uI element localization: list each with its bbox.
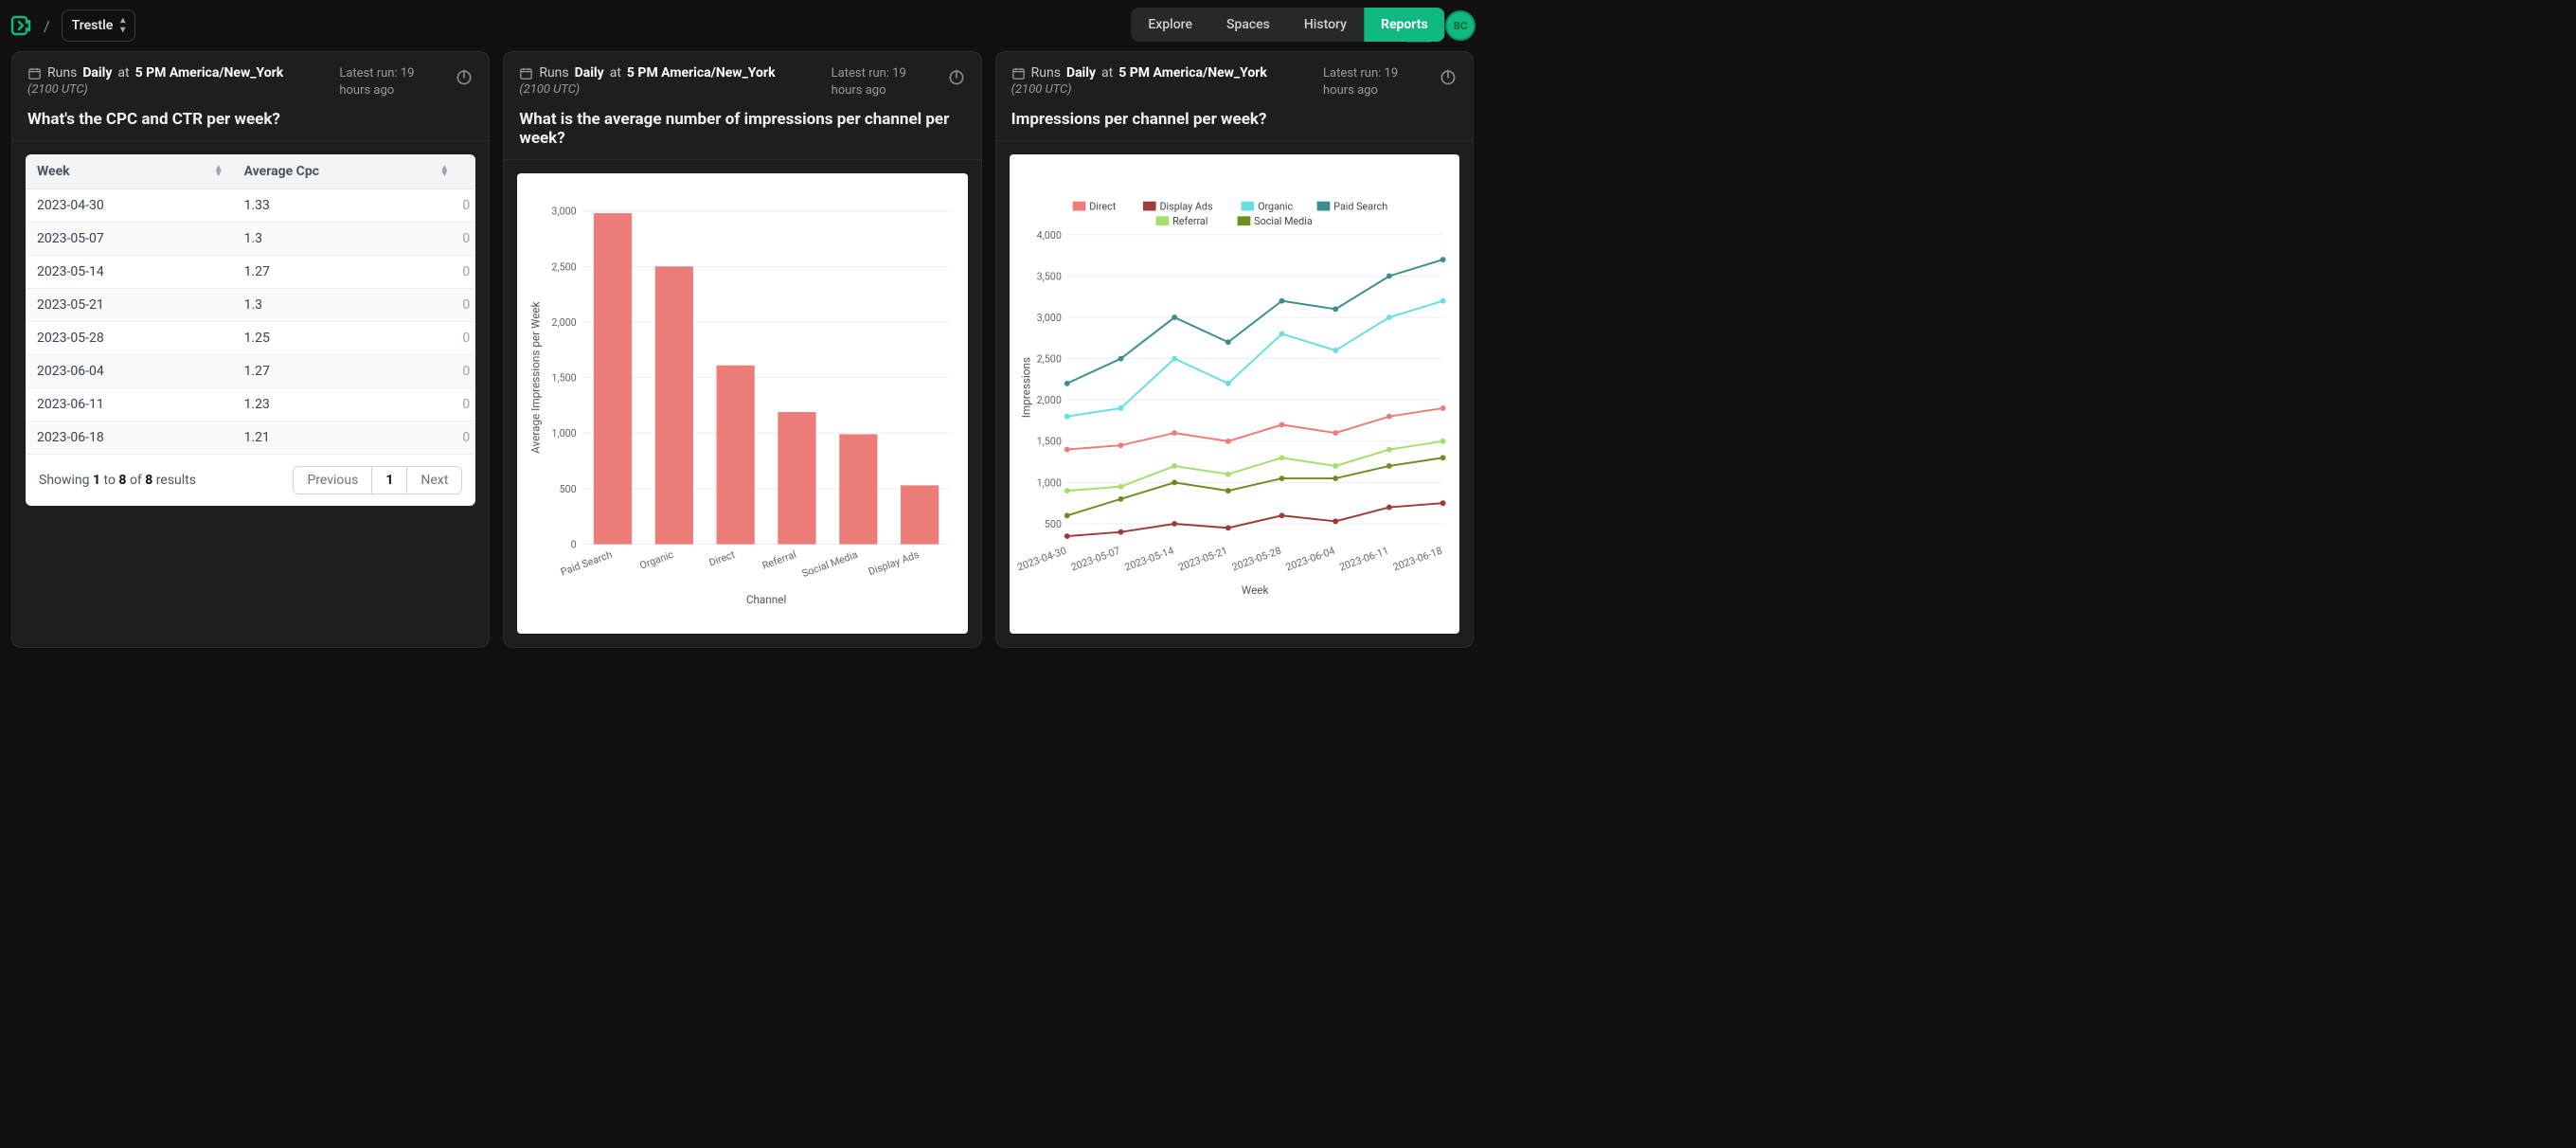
svg-text:2,500: 2,500 xyxy=(1036,353,1061,366)
last-run-label: Latest run: 19 hours ago xyxy=(1323,65,1427,99)
svg-text:1,500: 1,500 xyxy=(1036,436,1061,448)
svg-text:2,500: 2,500 xyxy=(552,260,577,273)
nav-spaces[interactable]: Spaces xyxy=(1209,8,1287,42)
power-icon[interactable] xyxy=(455,67,474,86)
sort-icon: ▲▼ xyxy=(214,166,224,177)
svg-text:Organic: Organic xyxy=(638,548,676,572)
svg-text:Week: Week xyxy=(1242,583,1269,597)
svg-text:Paid Search: Paid Search xyxy=(559,548,614,579)
main-nav: Explore Spaces History Reports xyxy=(1131,8,1444,42)
svg-text:4,000: 4,000 xyxy=(1036,229,1061,242)
table-row: 2023-05-141.270 xyxy=(26,256,475,289)
report-card-impressions-per-channel: Runs Daily at 5 PM America/New_York (210… xyxy=(995,51,1474,648)
svg-text:0: 0 xyxy=(571,539,577,551)
svg-text:2023-06-04: 2023-06-04 xyxy=(1283,545,1335,574)
svg-text:Social Media: Social Media xyxy=(1254,215,1313,227)
report-title: Impressions per channel per week? xyxy=(1011,110,1458,129)
breadcrumb-slash: / xyxy=(44,17,50,35)
svg-text:Referral: Referral xyxy=(760,548,797,572)
svg-text:2023-05-28: 2023-05-28 xyxy=(1230,545,1282,574)
table-row: 2023-04-301.330 xyxy=(26,189,475,223)
workspace-name: Trestle xyxy=(72,18,114,33)
col-avg-cpc[interactable]: Average Cpc▲▼ xyxy=(233,154,459,189)
last-run-label: Latest run: 19 hours ago xyxy=(339,65,443,99)
chevron-updown-icon: ▴▾ xyxy=(120,16,125,35)
svg-text:Direct: Direct xyxy=(1089,201,1117,213)
nav-history[interactable]: History xyxy=(1287,8,1364,42)
svg-text:Display Ads: Display Ads xyxy=(1159,201,1212,213)
svg-text:500: 500 xyxy=(560,483,577,495)
svg-text:3,500: 3,500 xyxy=(1036,270,1061,282)
svg-text:2023-05-21: 2023-05-21 xyxy=(1176,545,1228,574)
svg-text:Referral: Referral xyxy=(1172,215,1208,227)
svg-text:2,000: 2,000 xyxy=(552,316,577,329)
col-overflow xyxy=(458,154,475,189)
table-row: 2023-06-041.270 xyxy=(26,355,475,388)
svg-text:Social Media: Social Media xyxy=(800,548,859,580)
report-title: What's the CPC and CTR per week? xyxy=(27,110,474,129)
svg-text:2,000: 2,000 xyxy=(1036,394,1061,406)
svg-text:Organic: Organic xyxy=(1258,201,1293,213)
calendar-icon xyxy=(27,66,42,81)
svg-text:Display Ads: Display Ads xyxy=(867,548,921,579)
svg-text:1,000: 1,000 xyxy=(1036,476,1061,489)
pager-next[interactable]: Next xyxy=(407,467,461,493)
bar-chart: 0 500 1,000 1,500 2,000 2,500 3,000 Paid Search… xyxy=(517,173,967,634)
pager-page-1[interactable]: 1 xyxy=(372,467,407,493)
svg-text:2023-05-14: 2023-05-14 xyxy=(1122,545,1174,574)
svg-text:Impressions: Impressions xyxy=(1019,357,1032,418)
nav-reports[interactable]: Reports xyxy=(1364,8,1445,42)
line-chart: Direct Display Ads Organic Paid Search Refer… xyxy=(1010,154,1459,634)
svg-text:2023-06-18: 2023-06-18 xyxy=(1391,545,1443,574)
svg-text:2023-05-07: 2023-05-07 xyxy=(1069,545,1121,574)
table-row: 2023-06-111.230 xyxy=(26,388,475,422)
last-run-label: Latest run: 19 hours ago xyxy=(832,65,936,99)
table-row: 2023-05-071.30 xyxy=(26,223,475,256)
table-row: 2023-05-211.30 xyxy=(26,289,475,322)
power-icon[interactable] xyxy=(1439,67,1458,86)
pager-prev[interactable]: Previous xyxy=(294,467,372,493)
svg-text:1,500: 1,500 xyxy=(552,372,577,385)
user-avatar[interactable]: BC xyxy=(1445,10,1476,41)
topbar: / Trestle ▴▾ Explore Spaces History Repo… xyxy=(0,0,1485,51)
svg-text:2023-06-11: 2023-06-11 xyxy=(1337,545,1389,574)
pager: Showing 1 to 8 of 8 results Previous 1 N… xyxy=(26,455,475,506)
svg-text:Channel: Channel xyxy=(746,593,786,606)
svg-text:Average Impressions per Week: Average Impressions per Week xyxy=(529,301,543,453)
col-week[interactable]: Week▲▼ xyxy=(26,154,233,189)
power-icon[interactable] xyxy=(947,67,966,86)
app-logo[interactable] xyxy=(9,14,32,37)
svg-text:Direct: Direct xyxy=(707,548,737,569)
svg-text:1,000: 1,000 xyxy=(552,427,577,439)
svg-text:Paid Search: Paid Search xyxy=(1333,201,1387,213)
sort-icon: ▲▼ xyxy=(439,166,449,177)
report-title: What is the average number of impression… xyxy=(519,110,965,148)
report-card-cpc-ctr: Runs Daily at 5 PM America/New_York (210… xyxy=(11,51,490,648)
calendar-icon xyxy=(1011,66,1026,81)
results-table: Week▲▼ Average Cpc▲▼ 2023-04-301.3302023… xyxy=(26,154,475,506)
table-row: 2023-06-181.210 xyxy=(26,422,475,455)
calendar-icon xyxy=(519,66,533,81)
svg-text:3,000: 3,000 xyxy=(1036,312,1061,324)
report-card-avg-impressions: Runs Daily at 5 PM America/New_York (210… xyxy=(503,51,981,648)
workspace-selector[interactable]: Trestle ▴▾ xyxy=(62,9,136,42)
svg-text:500: 500 xyxy=(1044,518,1061,530)
nav-explore[interactable]: Explore xyxy=(1131,8,1209,42)
reports-grid: Runs Daily at 5 PM America/New_York (210… xyxy=(0,51,1485,659)
table-row: 2023-05-281.250 xyxy=(26,322,475,355)
svg-text:2023-04-30: 2023-04-30 xyxy=(1017,545,1068,574)
svg-text:3,000: 3,000 xyxy=(552,206,577,218)
